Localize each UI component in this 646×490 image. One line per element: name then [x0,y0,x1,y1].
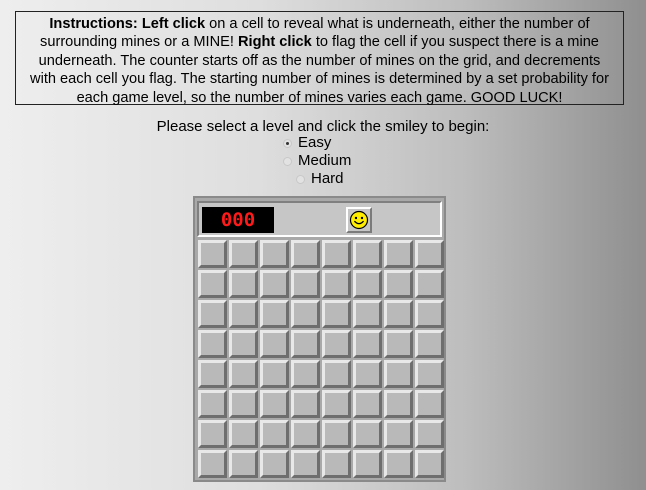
grid-cell[interactable] [198,450,227,478]
grid-cell[interactable] [291,330,320,358]
grid-cell[interactable] [291,270,320,298]
grid-cell[interactable] [353,330,382,358]
grid-cell[interactable] [322,270,351,298]
left-click-term: Left click [141,16,206,32]
grid-cell[interactable] [353,270,382,298]
grid-cell[interactable] [384,330,413,358]
medium-label: Medium [298,152,352,169]
grid-cell[interactable] [322,330,351,358]
grid-cell[interactable] [198,240,227,268]
grid-cell[interactable] [260,360,289,388]
grid-cell[interactable] [384,390,413,418]
grid-cell[interactable] [384,240,413,268]
grid-cell[interactable] [229,270,258,298]
easy-radio[interactable] [283,138,292,148]
grid-cell[interactable] [229,450,258,478]
grid-cell[interactable] [291,300,320,328]
grid-cell[interactable] [198,300,227,328]
mine-grid [197,239,444,479]
level-option-easy[interactable]: Easy [283,134,331,152]
right-click-term: Right click [237,34,312,51]
grid-cell[interactable] [353,450,382,478]
hard-radio[interactable] [296,174,305,184]
grid-cell[interactable] [384,450,413,478]
grid-cell[interactable] [322,360,351,388]
grid-cell[interactable] [353,300,382,328]
grid-cell[interactable] [291,240,320,268]
grid-cell[interactable] [260,420,289,448]
instructions-box: Instructions: Left click on a cell to re… [15,11,624,106]
minesweeper-board: 000 [193,196,446,482]
grid-cell[interactable] [322,390,351,418]
easy-label: Easy [298,134,332,151]
grid-cell[interactable] [384,420,413,448]
grid-cell[interactable] [260,240,289,268]
smiley-button[interactable] [346,207,372,233]
grid-cell[interactable] [415,360,444,388]
grid-cell[interactable] [322,240,351,268]
grid-cell[interactable] [229,360,258,388]
grid-cell[interactable] [353,420,382,448]
smiley-face-icon [349,210,369,230]
grid-cell[interactable] [260,270,289,298]
grid-cell[interactable] [415,270,444,298]
grid-cell[interactable] [260,450,289,478]
grid-cell[interactable] [229,390,258,418]
grid-cell[interactable] [353,240,382,268]
grid-cell[interactable] [229,330,258,358]
grid-cell[interactable] [291,420,320,448]
board-header: 000 [197,201,442,237]
grid-cell[interactable] [291,450,320,478]
grid-cell[interactable] [229,240,258,268]
grid-cell[interactable] [291,390,320,418]
grid-cell[interactable] [260,330,289,358]
grid-cell[interactable] [384,360,413,388]
grid-cell[interactable] [415,330,444,358]
grid-cell[interactable] [415,390,444,418]
grid-cell[interactable] [291,360,320,388]
grid-cell[interactable] [260,390,289,418]
grid-cell[interactable] [198,330,227,358]
grid-cell[interactable] [415,300,444,328]
grid-cell[interactable] [415,240,444,268]
grid-cell[interactable] [322,450,351,478]
mine-counter: 000 [202,207,274,233]
grid-cell[interactable] [353,360,382,388]
grid-cell[interactable] [198,270,227,298]
grid-cell[interactable] [260,300,289,328]
grid-cell[interactable] [353,390,382,418]
grid-cell[interactable] [229,300,258,328]
grid-cell[interactable] [384,300,413,328]
grid-cell[interactable] [198,390,227,418]
hard-label: Hard [311,170,344,187]
grid-cell[interactable] [322,420,351,448]
grid-cell[interactable] [415,450,444,478]
instructions-heading: Instructions: [49,16,138,32]
grid-cell[interactable] [384,270,413,298]
medium-radio[interactable] [283,156,292,166]
level-option-hard[interactable]: Hard [296,170,344,188]
grid-cell[interactable] [198,420,227,448]
grid-cell[interactable] [198,360,227,388]
level-option-medium[interactable]: Medium [283,152,351,170]
grid-cell[interactable] [415,420,444,448]
grid-cell[interactable] [229,420,258,448]
grid-cell[interactable] [322,300,351,328]
